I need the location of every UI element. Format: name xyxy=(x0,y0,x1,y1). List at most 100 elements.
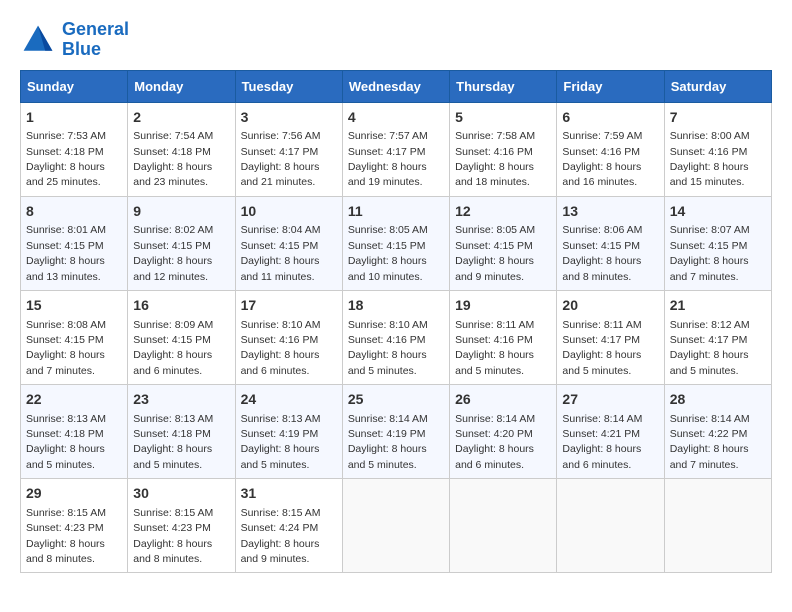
calendar-cell: 12 Sunrise: 8:05 AMSunset: 4:15 PMDaylig… xyxy=(450,196,557,290)
calendar-cell: 1 Sunrise: 7:53 AMSunset: 4:18 PMDayligh… xyxy=(21,102,128,196)
calendar-cell: 8 Sunrise: 8:01 AMSunset: 4:15 PMDayligh… xyxy=(21,196,128,290)
day-info: Sunrise: 7:53 AMSunset: 4:18 PMDaylight:… xyxy=(26,130,106,188)
day-number: 13 xyxy=(562,202,658,222)
day-number: 7 xyxy=(670,108,766,128)
day-info: Sunrise: 8:11 AMSunset: 4:16 PMDaylight:… xyxy=(455,319,534,377)
day-info: Sunrise: 8:01 AMSunset: 4:15 PMDaylight:… xyxy=(26,224,106,282)
day-number: 20 xyxy=(562,296,658,316)
calendar-cell xyxy=(450,479,557,573)
day-info: Sunrise: 8:05 AMSunset: 4:15 PMDaylight:… xyxy=(348,224,428,282)
day-number: 14 xyxy=(670,202,766,222)
calendar-cell: 2 Sunrise: 7:54 AMSunset: 4:18 PMDayligh… xyxy=(128,102,235,196)
day-number: 11 xyxy=(348,202,444,222)
page-header: General Blue xyxy=(20,20,772,60)
day-info: Sunrise: 8:09 AMSunset: 4:15 PMDaylight:… xyxy=(133,319,213,377)
day-number: 27 xyxy=(562,390,658,410)
calendar-week-row: 29 Sunrise: 8:15 AMSunset: 4:23 PMDaylig… xyxy=(21,479,772,573)
calendar-cell: 18 Sunrise: 8:10 AMSunset: 4:16 PMDaylig… xyxy=(342,290,449,384)
logo: General Blue xyxy=(20,20,129,60)
logo-icon xyxy=(20,22,56,58)
calendar-cell: 28 Sunrise: 8:14 AMSunset: 4:22 PMDaylig… xyxy=(664,385,771,479)
weekday-header: Tuesday xyxy=(235,70,342,102)
day-number: 21 xyxy=(670,296,766,316)
calendar-cell: 11 Sunrise: 8:05 AMSunset: 4:15 PMDaylig… xyxy=(342,196,449,290)
day-number: 31 xyxy=(241,484,337,504)
calendar-week-row: 22 Sunrise: 8:13 AMSunset: 4:18 PMDaylig… xyxy=(21,385,772,479)
weekday-header: Sunday xyxy=(21,70,128,102)
logo-text: General Blue xyxy=(62,20,129,60)
calendar-cell: 9 Sunrise: 8:02 AMSunset: 4:15 PMDayligh… xyxy=(128,196,235,290)
calendar-cell: 23 Sunrise: 8:13 AMSunset: 4:18 PMDaylig… xyxy=(128,385,235,479)
day-info: Sunrise: 7:59 AMSunset: 4:16 PMDaylight:… xyxy=(562,130,642,188)
calendar-week-row: 8 Sunrise: 8:01 AMSunset: 4:15 PMDayligh… xyxy=(21,196,772,290)
calendar-cell xyxy=(557,479,664,573)
day-info: Sunrise: 8:07 AMSunset: 4:15 PMDaylight:… xyxy=(670,224,750,282)
day-number: 17 xyxy=(241,296,337,316)
day-info: Sunrise: 8:11 AMSunset: 4:17 PMDaylight:… xyxy=(562,319,641,377)
calendar-cell: 15 Sunrise: 8:08 AMSunset: 4:15 PMDaylig… xyxy=(21,290,128,384)
day-info: Sunrise: 8:15 AMSunset: 4:23 PMDaylight:… xyxy=(133,507,213,565)
weekday-header: Saturday xyxy=(664,70,771,102)
calendar-cell: 27 Sunrise: 8:14 AMSunset: 4:21 PMDaylig… xyxy=(557,385,664,479)
calendar-cell: 14 Sunrise: 8:07 AMSunset: 4:15 PMDaylig… xyxy=(664,196,771,290)
calendar-cell xyxy=(342,479,449,573)
day-info: Sunrise: 8:14 AMSunset: 4:19 PMDaylight:… xyxy=(348,413,428,471)
day-number: 1 xyxy=(26,108,122,128)
weekday-header: Thursday xyxy=(450,70,557,102)
day-number: 23 xyxy=(133,390,229,410)
weekday-header: Monday xyxy=(128,70,235,102)
calendar-cell: 31 Sunrise: 8:15 AMSunset: 4:24 PMDaylig… xyxy=(235,479,342,573)
calendar-cell: 5 Sunrise: 7:58 AMSunset: 4:16 PMDayligh… xyxy=(450,102,557,196)
day-info: Sunrise: 8:15 AMSunset: 4:24 PMDaylight:… xyxy=(241,507,321,565)
day-info: Sunrise: 8:10 AMSunset: 4:16 PMDaylight:… xyxy=(348,319,428,377)
day-number: 4 xyxy=(348,108,444,128)
day-info: Sunrise: 8:10 AMSunset: 4:16 PMDaylight:… xyxy=(241,319,321,377)
day-info: Sunrise: 8:04 AMSunset: 4:15 PMDaylight:… xyxy=(241,224,321,282)
weekday-header: Wednesday xyxy=(342,70,449,102)
calendar-cell: 10 Sunrise: 8:04 AMSunset: 4:15 PMDaylig… xyxy=(235,196,342,290)
day-info: Sunrise: 8:14 AMSunset: 4:22 PMDaylight:… xyxy=(670,413,750,471)
day-info: Sunrise: 8:13 AMSunset: 4:18 PMDaylight:… xyxy=(26,413,106,471)
day-info: Sunrise: 8:08 AMSunset: 4:15 PMDaylight:… xyxy=(26,319,106,377)
day-number: 16 xyxy=(133,296,229,316)
day-info: Sunrise: 7:58 AMSunset: 4:16 PMDaylight:… xyxy=(455,130,535,188)
calendar-cell: 24 Sunrise: 8:13 AMSunset: 4:19 PMDaylig… xyxy=(235,385,342,479)
day-number: 10 xyxy=(241,202,337,222)
day-info: Sunrise: 7:57 AMSunset: 4:17 PMDaylight:… xyxy=(348,130,428,188)
calendar-cell: 13 Sunrise: 8:06 AMSunset: 4:15 PMDaylig… xyxy=(557,196,664,290)
day-number: 29 xyxy=(26,484,122,504)
day-number: 28 xyxy=(670,390,766,410)
day-number: 22 xyxy=(26,390,122,410)
day-number: 2 xyxy=(133,108,229,128)
calendar-cell: 30 Sunrise: 8:15 AMSunset: 4:23 PMDaylig… xyxy=(128,479,235,573)
day-number: 9 xyxy=(133,202,229,222)
day-number: 12 xyxy=(455,202,551,222)
day-info: Sunrise: 8:05 AMSunset: 4:15 PMDaylight:… xyxy=(455,224,535,282)
calendar-cell: 21 Sunrise: 8:12 AMSunset: 4:17 PMDaylig… xyxy=(664,290,771,384)
day-number: 3 xyxy=(241,108,337,128)
calendar-cell: 6 Sunrise: 7:59 AMSunset: 4:16 PMDayligh… xyxy=(557,102,664,196)
calendar-cell: 7 Sunrise: 8:00 AMSunset: 4:16 PMDayligh… xyxy=(664,102,771,196)
calendar-cell: 25 Sunrise: 8:14 AMSunset: 4:19 PMDaylig… xyxy=(342,385,449,479)
day-info: Sunrise: 8:15 AMSunset: 4:23 PMDaylight:… xyxy=(26,507,106,565)
day-info: Sunrise: 8:02 AMSunset: 4:15 PMDaylight:… xyxy=(133,224,213,282)
day-info: Sunrise: 8:00 AMSunset: 4:16 PMDaylight:… xyxy=(670,130,750,188)
day-number: 8 xyxy=(26,202,122,222)
day-info: Sunrise: 7:56 AMSunset: 4:17 PMDaylight:… xyxy=(241,130,321,188)
calendar-cell: 19 Sunrise: 8:11 AMSunset: 4:16 PMDaylig… xyxy=(450,290,557,384)
day-number: 15 xyxy=(26,296,122,316)
day-number: 26 xyxy=(455,390,551,410)
day-number: 24 xyxy=(241,390,337,410)
day-info: Sunrise: 8:13 AMSunset: 4:19 PMDaylight:… xyxy=(241,413,321,471)
calendar-table: SundayMondayTuesdayWednesdayThursdayFrid… xyxy=(20,70,772,574)
day-number: 5 xyxy=(455,108,551,128)
day-info: Sunrise: 7:54 AMSunset: 4:18 PMDaylight:… xyxy=(133,130,213,188)
day-number: 6 xyxy=(562,108,658,128)
day-info: Sunrise: 8:12 AMSunset: 4:17 PMDaylight:… xyxy=(670,319,750,377)
day-info: Sunrise: 8:13 AMSunset: 4:18 PMDaylight:… xyxy=(133,413,213,471)
day-number: 18 xyxy=(348,296,444,316)
calendar-cell: 26 Sunrise: 8:14 AMSunset: 4:20 PMDaylig… xyxy=(450,385,557,479)
calendar-cell: 29 Sunrise: 8:15 AMSunset: 4:23 PMDaylig… xyxy=(21,479,128,573)
day-info: Sunrise: 8:14 AMSunset: 4:20 PMDaylight:… xyxy=(455,413,535,471)
weekday-header: Friday xyxy=(557,70,664,102)
